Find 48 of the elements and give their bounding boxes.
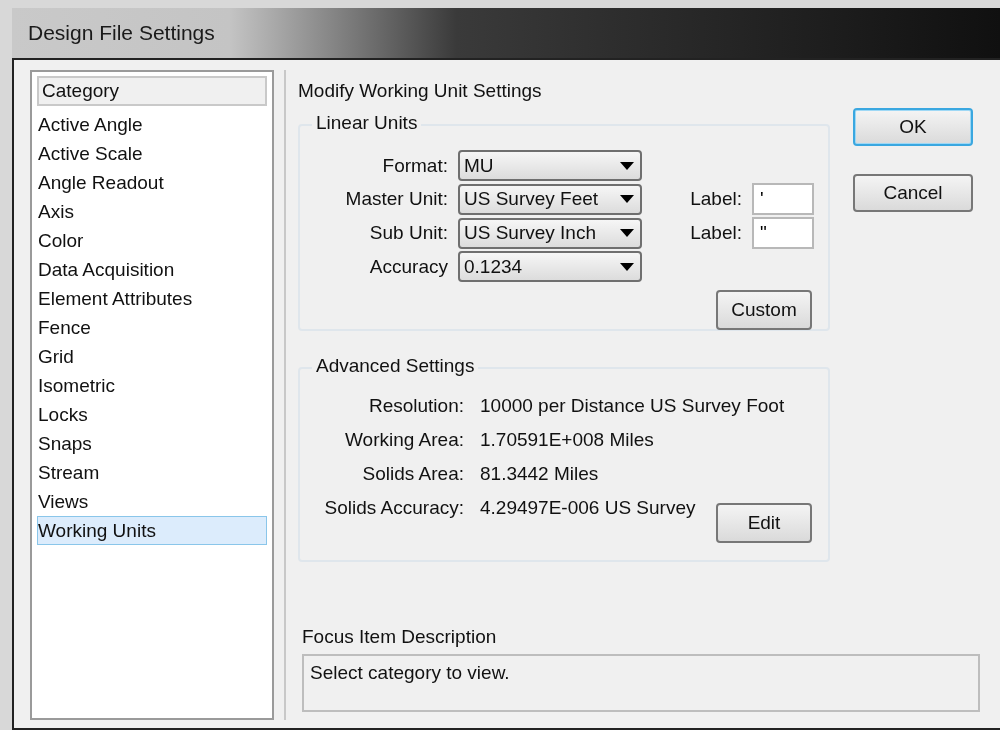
category-item[interactable]: Working Units bbox=[37, 516, 267, 545]
category-item[interactable]: Fence bbox=[37, 313, 267, 342]
caret-icon bbox=[620, 229, 634, 237]
category-item[interactable]: Isometric bbox=[37, 371, 267, 400]
category-item[interactable]: Grid bbox=[37, 342, 267, 371]
dropdown[interactable]: US Survey Feet bbox=[458, 183, 642, 215]
section-title: Focus Item Description bbox=[302, 626, 498, 648]
description-box: Select category to view. bbox=[302, 654, 980, 712]
field-label: Format: bbox=[381, 154, 448, 177]
category-item[interactable]: Element Attributes bbox=[37, 284, 267, 313]
custom-button[interactable]: Custom bbox=[716, 290, 812, 330]
category-item[interactable]: Active Angle bbox=[37, 110, 267, 139]
category-item[interactable]: Stream bbox=[37, 458, 267, 487]
field-label: Label: bbox=[689, 188, 742, 210]
setting-value: 4.29497E-006 US Survey bbox=[480, 497, 696, 519]
setting-value: 81.3442 Miles bbox=[480, 463, 599, 485]
caret-icon bbox=[620, 161, 634, 170]
dialog-button[interactable]: OK bbox=[853, 108, 973, 146]
text-field[interactable]: ' bbox=[752, 183, 814, 215]
category-item[interactable]: Snaps bbox=[37, 429, 267, 458]
dropdown[interactable]: MU bbox=[458, 150, 642, 181]
window-title: Design File Settings bbox=[28, 21, 215, 45]
category-item[interactable]: Axis bbox=[37, 197, 267, 226]
dropdown[interactable]: US Survey Inch bbox=[458, 217, 642, 249]
setting-value: 1.70591E+008 Miles bbox=[480, 429, 654, 451]
setting-label: Solids Area: bbox=[361, 463, 464, 485]
caret-icon bbox=[620, 262, 634, 271]
edit-button[interactable]: Edit bbox=[716, 503, 812, 543]
panel-heading: Modify Working Unit Settings bbox=[298, 80, 543, 102]
category-item[interactable]: Locks bbox=[37, 400, 267, 429]
column-header[interactable]: Category bbox=[37, 76, 267, 106]
category-item[interactable]: Color bbox=[37, 226, 267, 255]
field-label: Sub Unit: bbox=[368, 222, 448, 244]
dropdown[interactable]: 0.1234 bbox=[458, 251, 642, 282]
field-label: Label: bbox=[689, 222, 742, 244]
dialog-button[interactable]: Cancel bbox=[853, 174, 973, 212]
category-item[interactable]: Data Acquisition bbox=[37, 255, 267, 284]
setting-value: 10000 per Distance US Survey Foot bbox=[480, 395, 785, 417]
setting-label: Resolution: bbox=[367, 395, 464, 417]
text-field[interactable]: " bbox=[752, 217, 814, 249]
setting-label: Solids Accuracy: bbox=[323, 497, 464, 519]
field-label: Master Unit: bbox=[344, 188, 448, 210]
setting-label: Working Area: bbox=[344, 429, 464, 451]
category-item[interactable]: Angle Readout bbox=[37, 168, 267, 197]
category-item[interactable]: Views bbox=[37, 487, 267, 516]
field-label: Accuracy bbox=[368, 255, 448, 278]
category-item[interactable]: Active Scale bbox=[37, 139, 267, 168]
caret-icon bbox=[620, 195, 634, 203]
